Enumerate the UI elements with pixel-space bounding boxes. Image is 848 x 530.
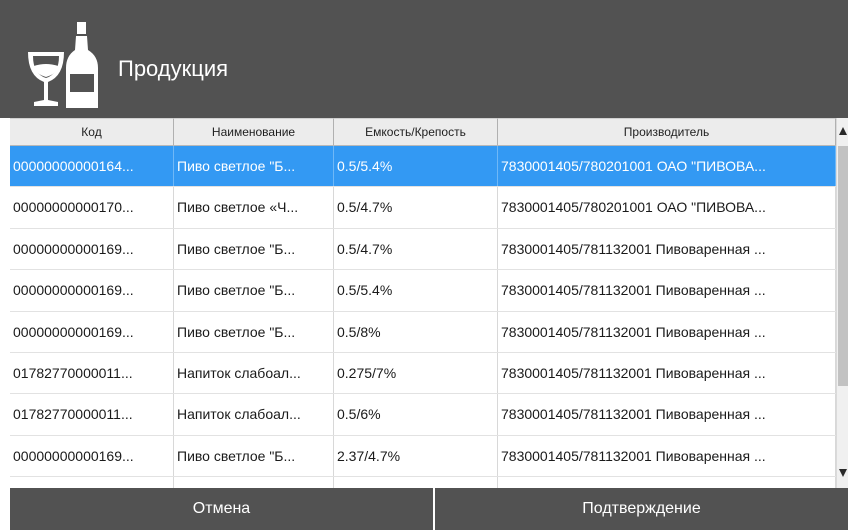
scrollbar-thumb[interactable] <box>838 146 848 386</box>
footer-bar: Отмена Подтверждение <box>10 488 848 530</box>
scroll-up-arrow-icon[interactable] <box>837 120 848 142</box>
cell-code: 00000000000169... <box>10 477 174 488</box>
cell-volume-strength: 0.5/4.7% <box>334 228 498 270</box>
cell-volume-strength: 1.42/4.7% <box>334 477 498 488</box>
column-header-name[interactable]: Наименование <box>174 118 334 145</box>
vertical-scrollbar[interactable] <box>836 118 848 488</box>
wine-bottle-glass-icon <box>28 22 98 108</box>
cell-code: 01782770000011... <box>10 352 174 394</box>
cell-code: 00000000000169... <box>10 435 174 477</box>
cell-volume-strength: 0.5/8% <box>334 311 498 352</box>
cell-volume-strength: 0.5/4.7% <box>334 187 498 228</box>
table-row[interactable]: 00000000000169... Пиво светлое "Б... 0.5/4… <box>10 228 836 271</box>
cell-name: Напиток слабоал... <box>174 352 334 394</box>
column-header-volume-strength[interactable]: Емкость/Крепость <box>334 118 498 145</box>
table-row[interactable]: 00000000000170... Пиво светлое «Ч... 0.5/4… <box>10 187 836 229</box>
cell-code: 00000000000169... <box>10 270 174 311</box>
confirm-button[interactable]: Подтверждение <box>435 488 848 530</box>
cell-code: 00000000000170... <box>10 187 174 228</box>
cell-name: Пиво светлое "Б... <box>174 228 334 270</box>
cell-producer: 7830001405/781132001 Пивоваренная ... <box>498 477 836 488</box>
table-row[interactable]: 00000000000169... Пиво светлое "Б... 0.5/8… <box>10 311 836 353</box>
cell-name: Пиво светлое "Б... <box>174 270 334 311</box>
cell-code: 00000000000169... <box>10 228 174 270</box>
cell-name: Пиво светлое "Б... <box>174 435 334 477</box>
scroll-down-arrow-icon[interactable] <box>837 462 848 484</box>
table-row[interactable]: 00000000000169... Пиво светлое "Б... 2.37/… <box>10 435 836 478</box>
cell-producer: 7830001405/781132001 Пивоваренная ... <box>498 394 836 435</box>
cell-name: Пиво светлое "Б... <box>174 311 334 352</box>
table-row[interactable]: 01782770000011... Напиток слабоал... 0.5/6… <box>10 394 836 436</box>
header-bar: Продукция <box>0 0 848 118</box>
cell-producer: 7830001405/781132001 Пивоваренная ... <box>498 228 836 270</box>
cell-name: Пиво светлое "Б... <box>174 477 334 488</box>
cell-volume-strength: 0.275/7% <box>334 352 498 394</box>
cell-name: Напиток слабоал... <box>174 394 334 435</box>
products-table[interactable]: Код Наименование Емкость/Крепость Производи… <box>10 118 848 488</box>
cell-producer: 7830001405/781132001 Пивоваренная ... <box>498 270 836 311</box>
cell-name: Пиво светлое «Ч... <box>174 187 334 228</box>
cell-producer: 7830001405/781132001 Пивоваренная ... <box>498 352 836 394</box>
cell-producer: 7830001405/781132001 Пивоваренная ... <box>498 435 836 477</box>
column-header-code[interactable]: Код <box>10 118 174 145</box>
cell-code: 00000000000164... <box>10 146 174 187</box>
column-header-producer[interactable]: Производитель <box>498 118 836 145</box>
cell-volume-strength: 0.5/5.4% <box>334 270 498 311</box>
table-row[interactable]: 00000000000169... Пиво светлое "Б... 0.5/5… <box>10 270 836 312</box>
cell-code: 00000000000169... <box>10 311 174 352</box>
cell-producer: 7830001405/780201001 ОАО "ПИВОВА... <box>498 187 836 228</box>
table-row[interactable]: 01782770000011... Напиток слабоал... 0.275… <box>10 352 836 395</box>
table-body[interactable]: 00000000000164... Пиво светлое "Б... 0.5/5… <box>10 146 836 488</box>
cell-code: 01782770000011... <box>10 394 174 435</box>
table-row[interactable]: 00000000000164... Пиво светлое "Б... 0.5/5… <box>10 146 836 188</box>
cell-name: Пиво светлое "Б... <box>174 146 334 187</box>
table-header: Код Наименование Емкость/Крепость Производи… <box>10 118 836 146</box>
cell-volume-strength: 0.5/6% <box>334 394 498 435</box>
table-row[interactable]: 00000000000169...Пиво светлое "Б...1.42/… <box>10 477 836 488</box>
cell-volume-strength: 2.37/4.7% <box>334 435 498 477</box>
page-title: Продукция <box>118 56 229 81</box>
cell-volume-strength: 0.5/5.4% <box>334 146 498 187</box>
cell-producer: 7830001405/781132001 Пивоваренная ... <box>498 311 836 352</box>
cell-producer: 7830001405/780201001 ОАО "ПИВОВА... <box>498 146 836 187</box>
cancel-button[interactable]: Отмена <box>10 488 435 530</box>
